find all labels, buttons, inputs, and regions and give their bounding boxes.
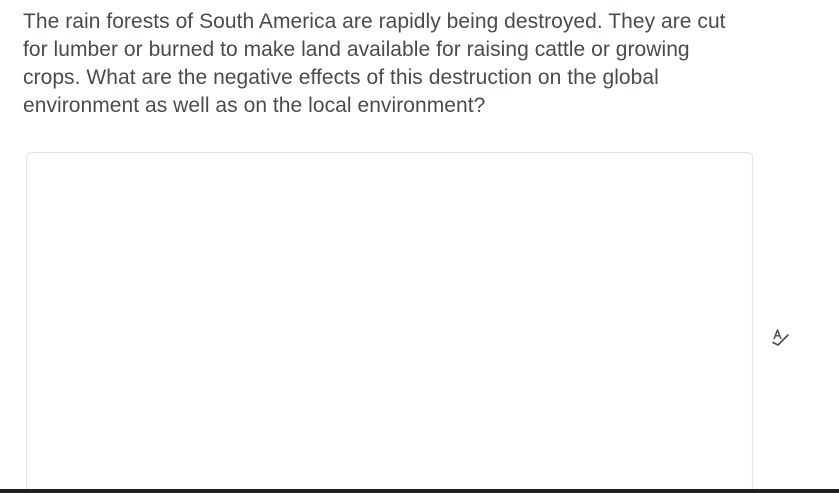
bottom-bar [0, 489, 839, 493]
question-page: The rain forests of South America are ra… [0, 0, 839, 493]
answer-box[interactable] [26, 152, 753, 493]
spellcheck-icon [772, 329, 789, 346]
spellcheck-button[interactable] [770, 327, 792, 349]
answer-textarea[interactable] [27, 153, 752, 493]
question-text: The rain forests of South America are ra… [23, 10, 726, 117]
